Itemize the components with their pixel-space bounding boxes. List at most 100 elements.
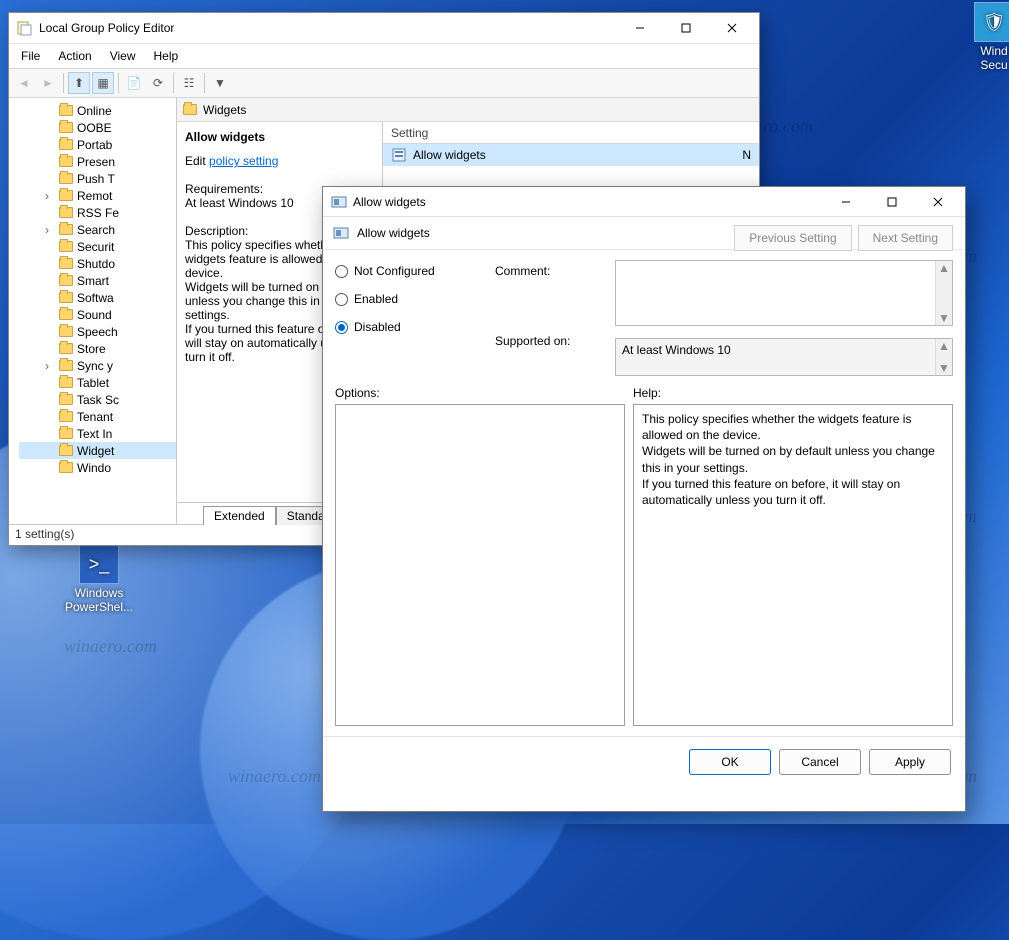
tree-item[interactable]: Shutdo (19, 255, 176, 272)
tree-item-label: Widget (77, 444, 114, 458)
next-setting-button[interactable]: Next Setting (858, 225, 953, 251)
previous-setting-button[interactable]: Previous Setting (734, 225, 851, 251)
tree-item[interactable]: Securit (19, 238, 176, 255)
tab-extended[interactable]: Extended (203, 506, 276, 525)
tree-item[interactable]: Windo (19, 459, 176, 476)
minimize-button[interactable] (617, 13, 663, 43)
folder-icon (183, 104, 197, 115)
tree-item-label: Softwa (77, 291, 114, 305)
close-button[interactable] (915, 187, 961, 217)
tree-item-label: Windo (77, 461, 111, 475)
tree-item-label: Search (77, 223, 115, 237)
tree-item[interactable]: Text In (19, 425, 176, 442)
properties-button[interactable]: ☷ (178, 72, 200, 94)
supported-on-field: At least Windows 10 ▲▼ (615, 338, 953, 376)
export-button[interactable]: 📄 (123, 72, 145, 94)
tree-item[interactable]: Smart (19, 272, 176, 289)
titlebar[interactable]: Local Group Policy Editor (9, 13, 759, 43)
menu-file[interactable]: File (13, 46, 48, 66)
tree-item[interactable]: Tablet (19, 374, 176, 391)
tree-item[interactable]: Widget (19, 442, 176, 459)
folder-icon (59, 156, 73, 167)
up-button[interactable]: ⬆ (68, 72, 90, 94)
scroll-up-icon: ▲ (938, 261, 950, 275)
folder-icon (59, 258, 73, 269)
folder-icon (59, 122, 73, 133)
comment-textarea[interactable]: ▲▼ (615, 260, 953, 326)
ok-button[interactable]: OK (689, 749, 771, 775)
tree-item[interactable]: Store (19, 340, 176, 357)
tree-item-label: OOBE (77, 121, 112, 135)
tree-item[interactable]: › Search (19, 221, 176, 238)
chevron-right-icon: › (45, 223, 55, 237)
tree-item-label: Online (77, 104, 112, 118)
refresh-button[interactable]: ⟳ (147, 72, 169, 94)
tree-item-label: Smart (77, 274, 109, 288)
folder-icon (59, 360, 73, 371)
policy-icon (391, 147, 407, 163)
folder-icon (59, 326, 73, 337)
minimize-button[interactable] (823, 187, 869, 217)
forward-button[interactable]: ► (37, 72, 59, 94)
tree-item[interactable]: ›Sync y (19, 357, 176, 374)
column-header-setting[interactable]: Setting (383, 122, 759, 144)
close-button[interactable] (709, 13, 755, 43)
chevron-right-icon: › (45, 189, 55, 203)
policy-dialog: Allow widgets Allow widgets Previous Set… (322, 186, 966, 812)
help-text: This policy specifies whether the widget… (642, 411, 944, 508)
scroll-down-icon: ▼ (938, 361, 950, 375)
options-pane (335, 404, 625, 726)
tree-item[interactable]: Portab (19, 136, 176, 153)
tree-item[interactable]: Softwa (19, 289, 176, 306)
tree-item-label: RSS Fe (77, 206, 119, 220)
cancel-button[interactable]: Cancel (779, 749, 861, 775)
radio-enabled[interactable]: Enabled (335, 292, 465, 306)
tree-item-label: Sound (77, 308, 112, 322)
desktop-icon-security[interactable]: 🛡 Wind Secu (957, 2, 1009, 72)
tree-view[interactable]: Online OOBEPortabPresenPush T›Remot RSS Fe… (9, 98, 177, 524)
tree-item[interactable]: Online (19, 102, 176, 119)
filter-button[interactable]: ▼ (209, 72, 231, 94)
folder-icon (59, 343, 73, 354)
edit-policy-link[interactable]: policy setting (209, 154, 278, 168)
menubar: File Action View Help (9, 43, 759, 68)
dialog-title: Allow widgets (353, 195, 823, 209)
setting-name: Allow widgets (185, 130, 374, 144)
scrollbar[interactable]: ▲▼ (935, 261, 952, 325)
tree-item[interactable]: Tenant (19, 408, 176, 425)
tree-item[interactable]: ›Remot (19, 187, 176, 204)
menu-action[interactable]: Action (50, 46, 99, 66)
desktop-icon-label: Wind Secu (957, 44, 1009, 72)
policy-icon (333, 225, 349, 241)
radio-disabled[interactable]: Disabled (335, 320, 465, 334)
titlebar[interactable]: Allow widgets (323, 187, 965, 217)
folder-icon (59, 207, 73, 218)
tree-item[interactable]: Speech (19, 323, 176, 340)
tree-item[interactable]: Task Sc (19, 391, 176, 408)
maximize-button[interactable] (663, 13, 709, 43)
show-hide-tree-button[interactable]: ▦ (92, 72, 114, 94)
tree-item[interactable]: OOBE (19, 119, 176, 136)
path-bar: Widgets (177, 98, 759, 122)
desktop-icon-powershell[interactable]: >_ Windows PowerShel... (62, 544, 136, 614)
maximize-button[interactable] (869, 187, 915, 217)
tree-item-label: Securit (77, 240, 114, 254)
folder-icon (59, 462, 73, 473)
menu-view[interactable]: View (102, 46, 144, 66)
back-button[interactable]: ◄ (13, 72, 35, 94)
menu-help[interactable]: Help (146, 46, 187, 66)
apply-button[interactable]: Apply (869, 749, 951, 775)
dialog-header: Allow widgets (357, 226, 430, 240)
tree-item[interactable]: Push T (19, 170, 176, 187)
scrollbar[interactable]: ▲▼ (935, 339, 952, 375)
folder-icon (59, 428, 73, 439)
tree-item[interactable]: RSS Fe (19, 204, 176, 221)
setting-row[interactable]: Allow widgets N (383, 144, 759, 166)
policy-icon (331, 194, 347, 210)
help-pane: This policy specifies whether the widget… (633, 404, 953, 726)
tree-item[interactable]: Sound (19, 306, 176, 323)
tree-item[interactable]: Presen (19, 153, 176, 170)
setting-row-state: N (742, 148, 751, 162)
radio-not-configured[interactable]: Not Configured (335, 264, 465, 278)
tree-item-label: Text In (77, 427, 112, 441)
